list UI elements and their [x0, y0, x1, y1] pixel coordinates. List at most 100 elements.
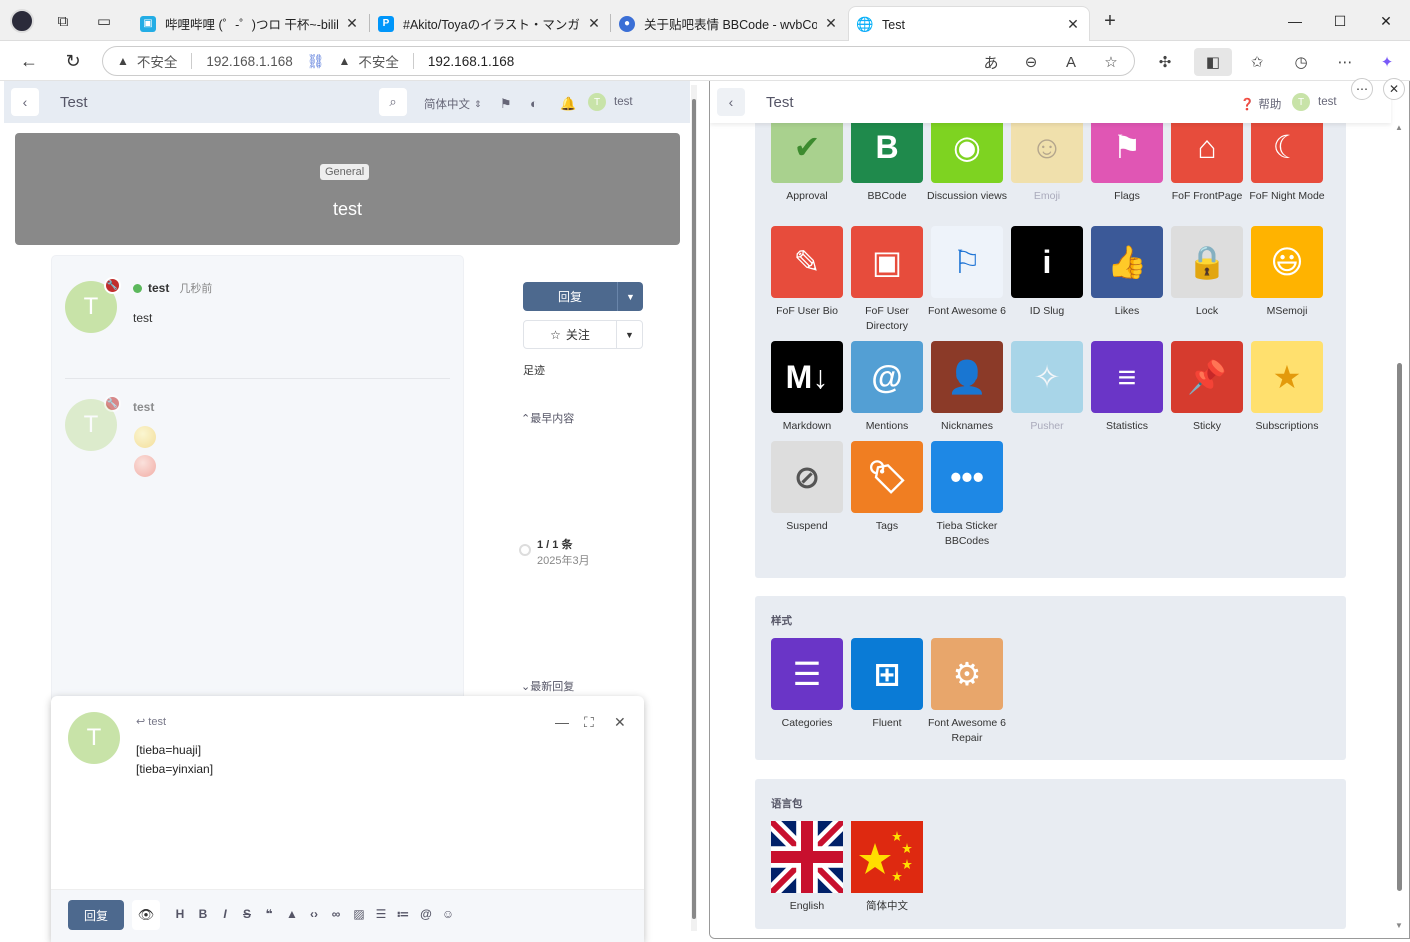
right-scrollbar[interactable]: ▲ ▼	[1395, 123, 1403, 931]
extension-chinese[interactable]: 简体中文	[847, 821, 927, 914]
emoji-icon[interactable]: ☺	[440, 907, 456, 921]
back-button[interactable]: ‹	[717, 88, 745, 116]
copilot-icon[interactable]: ✦	[1376, 51, 1398, 73]
close-icon[interactable]: ✕	[586, 15, 602, 32]
ordered-list-icon[interactable]: ≔	[395, 907, 411, 921]
extension-fof-frontpage[interactable]: ⌂ FoF FrontPage	[1167, 111, 1247, 204]
favorites-icon[interactable]: ✩	[1246, 51, 1268, 73]
maximize-icon[interactable]: ☐	[1326, 8, 1354, 34]
user-menu[interactable]: T test	[588, 93, 633, 111]
heading-icon[interactable]: H	[172, 907, 188, 921]
scrubber-handle[interactable]	[519, 544, 531, 556]
extension-statistics[interactable]: ≡ Statistics	[1087, 341, 1167, 434]
extension-lock[interactable]: 🔒 Lock	[1167, 226, 1247, 319]
language-selector[interactable]: 简体中文 ⇕	[424, 96, 482, 112]
submit-reply-button[interactable]: 回复	[68, 900, 124, 930]
strikethrough-icon[interactable]: S	[239, 907, 255, 921]
preview-button[interactable]: 👁	[132, 900, 160, 930]
extension-sticky[interactable]: 📌 Sticky	[1167, 341, 1247, 434]
extension-mentions[interactable]: @ Mentions	[847, 341, 927, 434]
refresh-icon[interactable]: ↻	[60, 49, 86, 73]
extension-fof-user-directory[interactable]: ▣ FoF User Directory	[847, 226, 927, 334]
extension-likes[interactable]: 👍 Likes	[1087, 226, 1167, 319]
read-aloud-icon[interactable]: A	[1060, 51, 1082, 73]
close-composer-icon[interactable]: ✕	[614, 714, 626, 731]
extension-subscriptions[interactable]: ★ Subscriptions	[1247, 341, 1327, 434]
tab-bilibili[interactable]: ▣ 哔哩哔哩 (゜-゜)つロ 干杯~-bilibi ✕	[132, 6, 368, 41]
more-icon[interactable]: ⋯	[1334, 51, 1356, 73]
right-url[interactable]: 192.168.1.168	[428, 54, 514, 69]
favorite-star-icon[interactable]: ☆	[1100, 51, 1122, 73]
extension-discussion-views[interactable]: ◉ Discussion views	[927, 111, 1007, 204]
extension-msemoji[interactable]: 😃 MSemoji	[1247, 226, 1327, 319]
tab-test[interactable]: 🌐 Test ✕	[848, 6, 1090, 42]
extension-bbcode[interactable]: B BBCode	[847, 111, 927, 204]
left-scrollbar[interactable]	[691, 85, 697, 931]
extension-suspend[interactable]: ⊘ Suspend	[767, 441, 847, 534]
close-icon[interactable]: ✕	[823, 15, 839, 32]
fullscreen-icon[interactable]: ⛶	[584, 714, 594, 731]
image-icon[interactable]: ▨	[351, 907, 367, 921]
scrollbar-thumb[interactable]	[1397, 363, 1402, 891]
split-link-icon[interactable]: ⛓	[307, 53, 325, 70]
post-time[interactable]: 几秒前	[179, 280, 212, 296]
minimize-icon[interactable]: —	[1281, 8, 1309, 34]
chevron-down-icon[interactable]: ▼	[616, 321, 642, 348]
tab-actions-icon[interactable]: ▭	[92, 9, 116, 33]
reply-button[interactable]: 回复	[523, 282, 617, 311]
extension-font-awesome-6[interactable]: ⚐ Font Awesome 6	[927, 226, 1007, 319]
close-icon[interactable]: ✕	[344, 15, 360, 32]
night-mode-button[interactable]: ◐	[530, 96, 538, 111]
spoiler-icon[interactable]: ▲	[284, 907, 300, 921]
notifications-button[interactable]: 🔔	[560, 96, 576, 112]
post-author[interactable]: test	[133, 400, 154, 414]
italic-icon[interactable]: I	[217, 907, 233, 921]
extension-markdown[interactable]: M↓ Markdown	[767, 341, 847, 434]
extension-id-slug[interactable]: i ID Slug	[1007, 226, 1087, 319]
close-icon[interactable]: ✕	[1065, 16, 1081, 33]
extension-fof-user-bio[interactable]: ✎ FoF User Bio	[767, 226, 847, 319]
tag-label[interactable]: General	[320, 164, 370, 180]
split-screen-icon[interactable]: ◧	[1194, 48, 1232, 76]
flags-button[interactable]: ⚑	[500, 96, 512, 112]
code-icon[interactable]: ‹›	[306, 907, 322, 921]
tab-pixiv[interactable]: P #Akito/Toyaのイラスト・マンガ( ✕	[370, 6, 610, 41]
translate-icon[interactable]: あ	[980, 51, 1002, 73]
extension-categories[interactable]: ☰ Categories	[767, 638, 847, 731]
scroll-down-icon[interactable]: ▼	[1395, 921, 1403, 930]
forum-title[interactable]: Test	[766, 94, 794, 111]
chevron-down-icon[interactable]: ▼	[617, 282, 643, 311]
extension-approval[interactable]: ✔ Approval	[767, 111, 847, 204]
scroll-up-icon[interactable]: ▲	[1395, 123, 1403, 132]
extension-fluent[interactable]: ⊞ Fluent	[847, 638, 927, 731]
split-more-icon[interactable]: ⋯	[1351, 78, 1373, 100]
reply-to[interactable]: ↩ test	[136, 715, 166, 728]
latest-link[interactable]: ⌄最新回复	[521, 678, 574, 694]
extension-nicknames[interactable]: 👤 Nicknames	[927, 341, 1007, 434]
footprint-link[interactable]: 足迹	[523, 362, 545, 378]
new-tab-icon[interactable]: +	[1098, 9, 1122, 33]
profile-avatar-icon[interactable]	[10, 9, 34, 33]
user-menu[interactable]: T test	[1292, 93, 1337, 111]
tab-bbcode-article[interactable]: ● 关于贴吧表情 BBCode - wvbCom ✕	[611, 6, 847, 41]
extension-pusher[interactable]: ✧ Pusher	[1007, 341, 1087, 434]
link-icon[interactable]: ∞	[328, 907, 344, 921]
scrollbar-thumb[interactable]	[692, 99, 696, 919]
quote-icon[interactable]: ❝	[261, 907, 277, 921]
extension-flags[interactable]: ⚑ Flags	[1087, 111, 1167, 204]
composer-textarea[interactable]: [tieba=huaji] [tieba=yinxian]	[136, 741, 213, 779]
forum-title[interactable]: Test	[60, 94, 88, 111]
bullet-list-icon[interactable]: ☰	[373, 907, 389, 921]
back-button[interactable]: ‹	[11, 88, 39, 116]
left-url[interactable]: 192.168.1.168	[206, 54, 292, 69]
window-close-icon[interactable]: ✕	[1372, 8, 1400, 34]
earliest-link[interactable]: ⌃最早内容	[521, 410, 574, 426]
split-close-icon[interactable]: ✕	[1383, 78, 1405, 100]
help-link[interactable]: ❓ 帮助	[1240, 96, 1281, 112]
extension-font-awesome-6-repair[interactable]: ⚙ Font Awesome 6 Repair	[927, 638, 1007, 746]
follow-button[interactable]: ☆ 关注	[524, 321, 616, 348]
extensions-icon[interactable]: ✣	[1154, 51, 1176, 73]
post-author[interactable]: test 几秒前	[133, 280, 212, 296]
extension-emoji[interactable]: ☺ Emoji	[1007, 111, 1087, 204]
search-button[interactable]: ⌕	[379, 88, 407, 116]
